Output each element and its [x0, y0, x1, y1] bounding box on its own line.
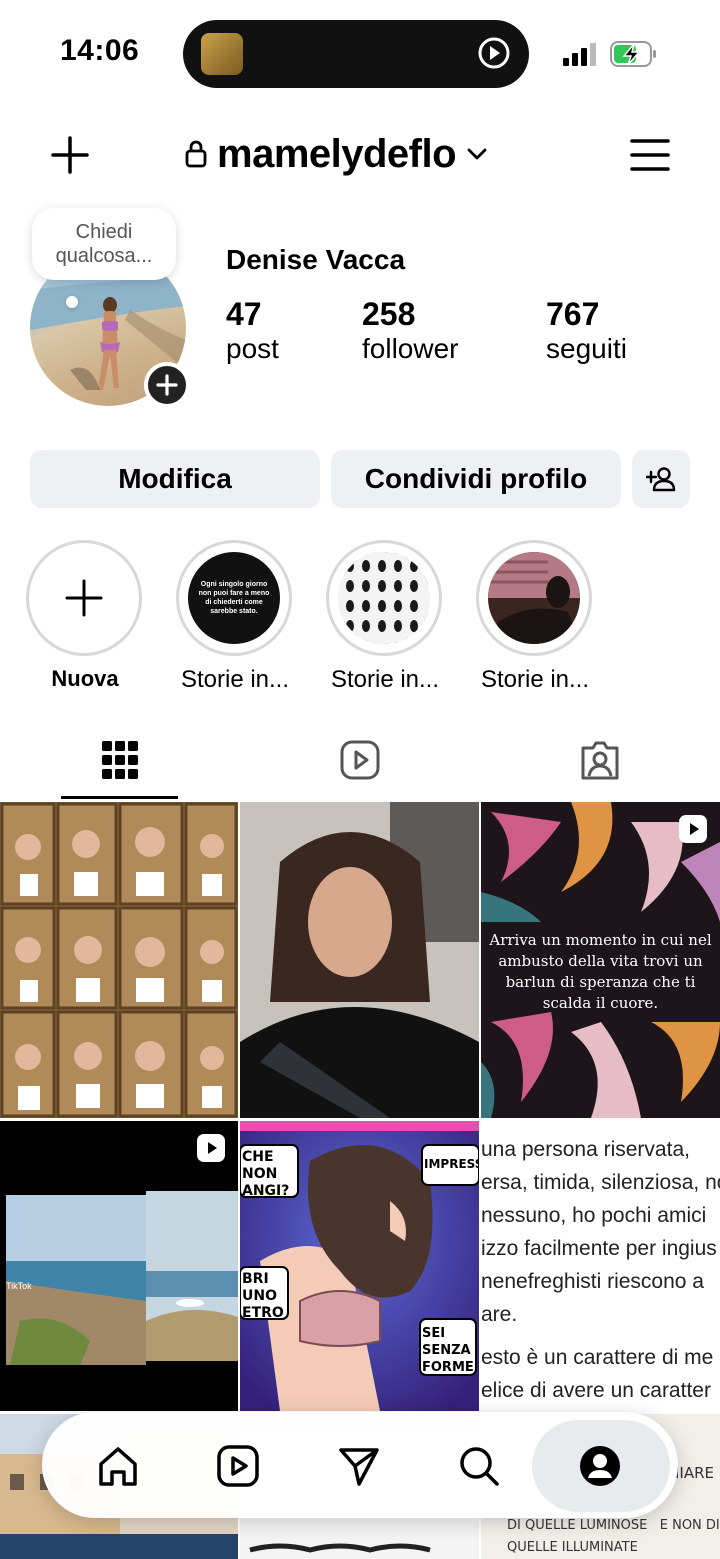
highlight-new[interactable]: Nuova: [26, 540, 144, 692]
stat-label: post: [226, 333, 279, 364]
highlight-label: Nuova: [51, 666, 119, 691]
lock-icon: [185, 140, 207, 168]
chevron-down-icon: [467, 148, 487, 160]
home-icon[interactable]: [96, 1444, 140, 1488]
search-icon[interactable]: [457, 1444, 501, 1488]
highlight-label: Storie in...: [480, 666, 590, 693]
send-icon[interactable]: [337, 1444, 381, 1488]
discover-people-button[interactable]: [632, 450, 690, 508]
share-profile-button[interactable]: Condividi profilo: [331, 450, 621, 508]
plus-icon: [156, 374, 178, 396]
highlight-label: Storie in...: [330, 666, 440, 693]
plus-icon: [65, 579, 103, 617]
highlight-label: Storie in...: [180, 666, 290, 693]
comic-bubble: SEI SENZA FORME: [422, 1326, 474, 1375]
post-text-line: izzo facilmente per ingius: [481, 1237, 717, 1260]
comic-bubble: BRI UNO ETRO: [242, 1271, 284, 1321]
post-thumbnail[interactable]: CHE NON ANGI? IMPRESSIO BRI UNO ETRO SEI…: [240, 1121, 479, 1411]
reel-icon: [197, 1134, 225, 1162]
now-playing-thumbnail: [201, 33, 243, 75]
comic-bubble: IMPRESSIO: [424, 1157, 479, 1171]
post-text-line: esto è un carattere di me: [481, 1346, 714, 1369]
screen-record-icon: [478, 37, 510, 69]
post-text-line: una persona riservata,: [481, 1138, 690, 1161]
reels-tab-icon[interactable]: [339, 738, 381, 782]
stat-label: follower: [362, 333, 459, 364]
stat-value: 47: [226, 296, 262, 332]
cellular-signal-icon: [563, 43, 596, 66]
highlight-item[interactable]: Ogni singolo giorno non puoi fare a meno…: [176, 540, 294, 694]
reel-icon: [679, 815, 707, 843]
highlight-cover: [488, 552, 580, 644]
stat-value: 258: [362, 296, 416, 332]
highlight-cover-text: Ogni singolo giorno non puoi fare a meno…: [198, 581, 270, 615]
full-name: Denise Vacca: [226, 244, 406, 275]
post-text-line: nessuno, ho pochi amici: [481, 1204, 707, 1227]
highlight-cover: [338, 552, 430, 644]
stat-label: seguiti: [546, 333, 627, 364]
stat-posts[interactable]: 47 post: [226, 296, 279, 365]
post-text-line: ersa, timida, silenziosa, no: [481, 1171, 720, 1194]
account-switcher[interactable]: mamelydeflo: [185, 130, 488, 178]
post-thumbnail[interactable]: TikTok: [0, 1121, 238, 1411]
tagged-tab-icon[interactable]: [579, 738, 621, 782]
stat-following[interactable]: 767 seguiti: [546, 296, 627, 365]
profile-icon[interactable]: [578, 1444, 622, 1488]
grid-tab-icon[interactable]: [99, 738, 141, 782]
battery-icon: [610, 41, 656, 67]
post-thumbnail[interactable]: [240, 802, 479, 1118]
highlight-item[interactable]: Storie in...: [476, 540, 594, 694]
post-text-line: IIARE: [674, 1464, 714, 1482]
post-text-line: DI QUELLE LUMINOSE E NON DI: [507, 1518, 720, 1533]
post-thumbnail[interactable]: Arriva un momento in cui nel ambusto del…: [481, 802, 720, 1118]
post-text-line: are.: [481, 1303, 518, 1326]
stat-value: 767: [546, 296, 600, 332]
menu-icon[interactable]: [630, 138, 670, 172]
post-text-line: elice di avere un caratter: [481, 1379, 711, 1402]
status-time: 14:06: [60, 34, 140, 67]
comic-bubble: CHE NON ANGI?: [242, 1149, 290, 1199]
profile-note[interactable]: Chiedi qualcosa...: [32, 208, 176, 280]
create-plus-icon[interactable]: [50, 135, 90, 175]
post-text-line: QUELLE ILLUMINATE: [507, 1540, 638, 1555]
active-tab-indicator: [61, 796, 178, 799]
highlight-item[interactable]: Storie in...: [326, 540, 444, 694]
post-text-line: nenefreghisti riescono a: [481, 1270, 704, 1293]
username: mamelydeflo: [217, 131, 457, 176]
reels-icon[interactable]: [216, 1444, 260, 1488]
tiktok-watermark: TikTok: [6, 1281, 32, 1291]
note-bubble-tail: [66, 296, 78, 308]
stat-followers[interactable]: 258 follower: [362, 296, 458, 365]
post-thumbnail[interactable]: [0, 802, 238, 1118]
edit-profile-button[interactable]: Modifica: [30, 450, 320, 508]
post-thumbnail[interactable]: una persona riservata, ersa, timida, sil…: [481, 1121, 720, 1411]
post-caption-text: Arriva un momento in cui nel ambusto del…: [489, 931, 712, 1012]
add-story-button[interactable]: [144, 362, 190, 408]
dynamic-island[interactable]: [183, 20, 529, 88]
highlight-cover: Ogni singolo giorno non puoi fare a meno…: [188, 552, 280, 644]
add-person-icon: [646, 467, 676, 492]
